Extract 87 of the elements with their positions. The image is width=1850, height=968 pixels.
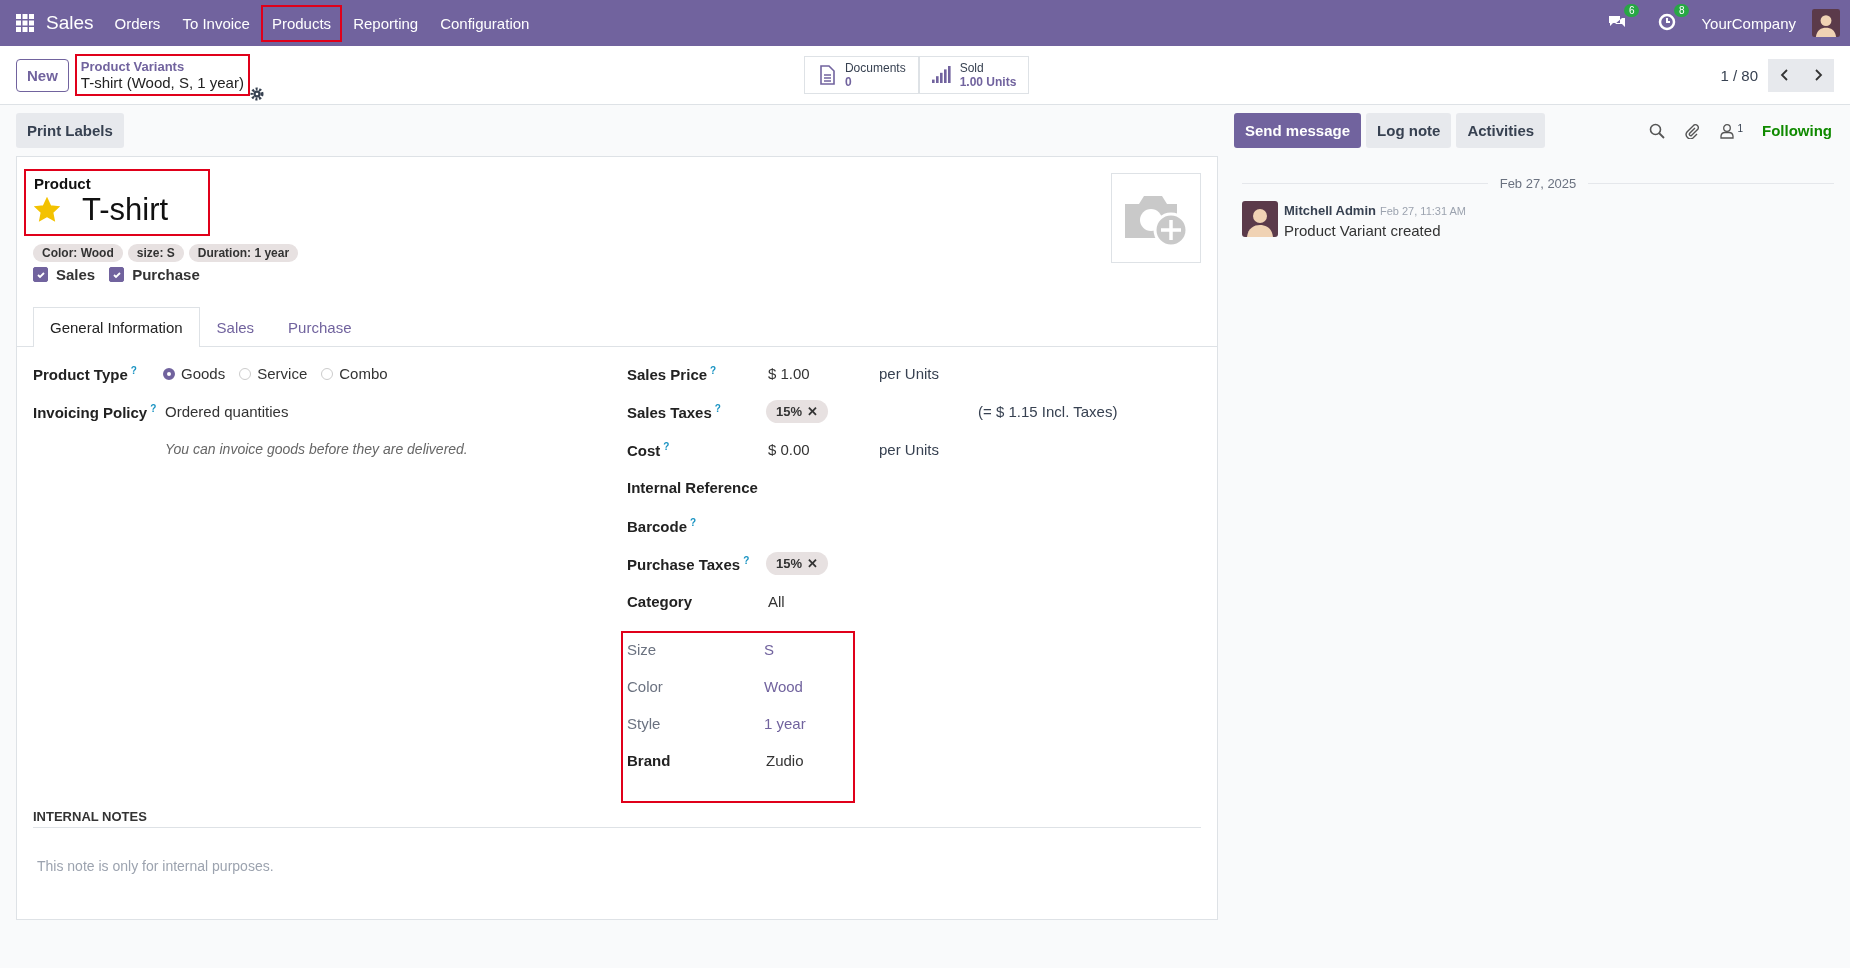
tax-tag[interactable]: 15% ✕ (766, 552, 829, 575)
apps-grid-icon[interactable] (16, 14, 34, 32)
field-label: Size (627, 641, 658, 660)
menu-item[interactable]: Reporting (342, 4, 430, 42)
help-tooltip-mark[interactable]: ? (130, 365, 137, 376)
chatter-button[interactable]: Activities (1456, 113, 1546, 148)
menu-item[interactable]: Configuration (429, 4, 541, 42)
field-value[interactable]: All (766, 593, 879, 610)
field-value[interactable]: Wood (764, 678, 849, 715)
checkmark-icon (35, 269, 46, 280)
notification-badge: 6 (1623, 4, 1640, 17)
field-value[interactable]: Ordered quantities (163, 403, 627, 420)
field-label: Color (627, 678, 664, 697)
field-label: Barcode $^{?}$ (627, 517, 698, 535)
help-tooltip-mark[interactable]: ? (714, 403, 721, 414)
message-body: Product Variant created (1284, 222, 1442, 239)
field-value[interactable]: $ 0.00 (766, 441, 879, 458)
tax-tag[interactable]: 15% ✕ (766, 400, 829, 423)
notification-badge: 8 (1673, 4, 1690, 17)
help-tooltip-mark[interactable]: ? (743, 555, 750, 566)
menu-item[interactable]: Orders (103, 4, 172, 42)
field-label: Purchase Taxes $^{?}$ (627, 555, 751, 573)
paperclip-icon[interactable] (1684, 122, 1701, 139)
follower-count: 1 (1737, 122, 1743, 136)
person-icon[interactable] (1719, 122, 1736, 139)
date-separator: Feb 27, 2025 (1499, 176, 1577, 191)
clock-icon[interactable] (1657, 12, 1678, 32)
help-tooltip-mark[interactable]: ? (690, 517, 697, 528)
field-label: Cost $^{?}$ (627, 441, 671, 459)
unit-label: per Units (879, 365, 941, 382)
field-label: Sales Taxes $^{?}$ (627, 403, 722, 421)
chatter-button[interactable]: Send message (1234, 113, 1362, 148)
tab[interactable]: General Information (33, 307, 200, 347)
app-name[interactable]: Sales (46, 12, 94, 34)
help-text: You can invoice goods before they are delivered. (165, 441, 469, 457)
smart-button[interactable]: Documents 0 (803, 56, 919, 94)
help-tooltip-mark[interactable]: ? (710, 365, 717, 376)
field-label: Sales Price $^{?}$ (627, 365, 718, 383)
settings-icon[interactable] (249, 87, 264, 101)
message-time: Feb 27, 11:31 AM (1379, 205, 1466, 217)
field-value[interactable]: $ 1.00 (766, 365, 879, 382)
menu-item[interactable]: To Invoice (171, 4, 261, 42)
field-label: Style (627, 715, 662, 734)
record-name: T-shirt (Wood, S, 1 year) (80, 74, 244, 91)
author-name[interactable]: Mitchell Admin (1284, 203, 1376, 218)
field-label: Invoicing Policy $^{?}$ (33, 403, 158, 421)
checkmark-icon (111, 269, 122, 280)
field-value[interactable]: S (764, 641, 849, 678)
tab[interactable]: Purchase (271, 307, 369, 347)
field-label: Category (627, 593, 694, 610)
breadcrumb-link[interactable]: Product Variants (80, 59, 244, 74)
attribute-tag: Color: Wood (33, 244, 123, 262)
next-button[interactable] (1801, 58, 1834, 92)
radio-option[interactable]: Service (239, 365, 308, 382)
bar-chart-icon (931, 65, 952, 85)
field-label: Internal Reference (627, 479, 759, 496)
product-name: T-shirt (82, 192, 169, 228)
help-tooltip-mark[interactable]: ? (663, 441, 670, 452)
field-label: Product (34, 175, 91, 192)
attribute-tag: Duration: 1 year (188, 244, 299, 262)
section-heading: INTERNAL NOTES (33, 809, 1201, 828)
help-tooltip-mark[interactable]: ? (150, 403, 157, 414)
avatar (1242, 201, 1278, 237)
radio-option[interactable]: Goods (163, 365, 226, 382)
field-label: Product Type $^{?}$ (33, 365, 138, 383)
pager-counter: 1 / 80 (1720, 66, 1758, 84)
tax-included-amount: (= $ 1.15 Incl. Taxes) (978, 403, 1119, 420)
following-link[interactable]: Following (1762, 122, 1832, 139)
search-icon[interactable] (1649, 122, 1666, 139)
menu-item[interactable]: Products (260, 4, 343, 42)
checkbox[interactable]: Sales (33, 266, 96, 283)
print-labels-button[interactable]: Print Labels (16, 113, 124, 148)
checkbox[interactable]: Purchase (109, 266, 200, 283)
unit-label: per Units (879, 441, 941, 458)
attribute-tag: size: S (127, 244, 184, 262)
field-label: Brand (627, 752, 672, 771)
field-value[interactable]: 1 year (764, 715, 849, 752)
previous-button[interactable] (1768, 58, 1801, 92)
company-name[interactable]: YourCompany (1701, 14, 1796, 32)
radio-option[interactable]: Combo (321, 365, 388, 382)
star-icon[interactable] (34, 197, 60, 223)
new-button[interactable]: New (16, 58, 69, 92)
chatter-button[interactable]: Log note (1366, 113, 1452, 148)
field-value[interactable]: Zudio (764, 752, 849, 789)
tab[interactable]: Sales (199, 307, 272, 347)
avatar (1812, 9, 1840, 37)
smart-button[interactable]: Sold 1.00 Units (918, 56, 1030, 94)
